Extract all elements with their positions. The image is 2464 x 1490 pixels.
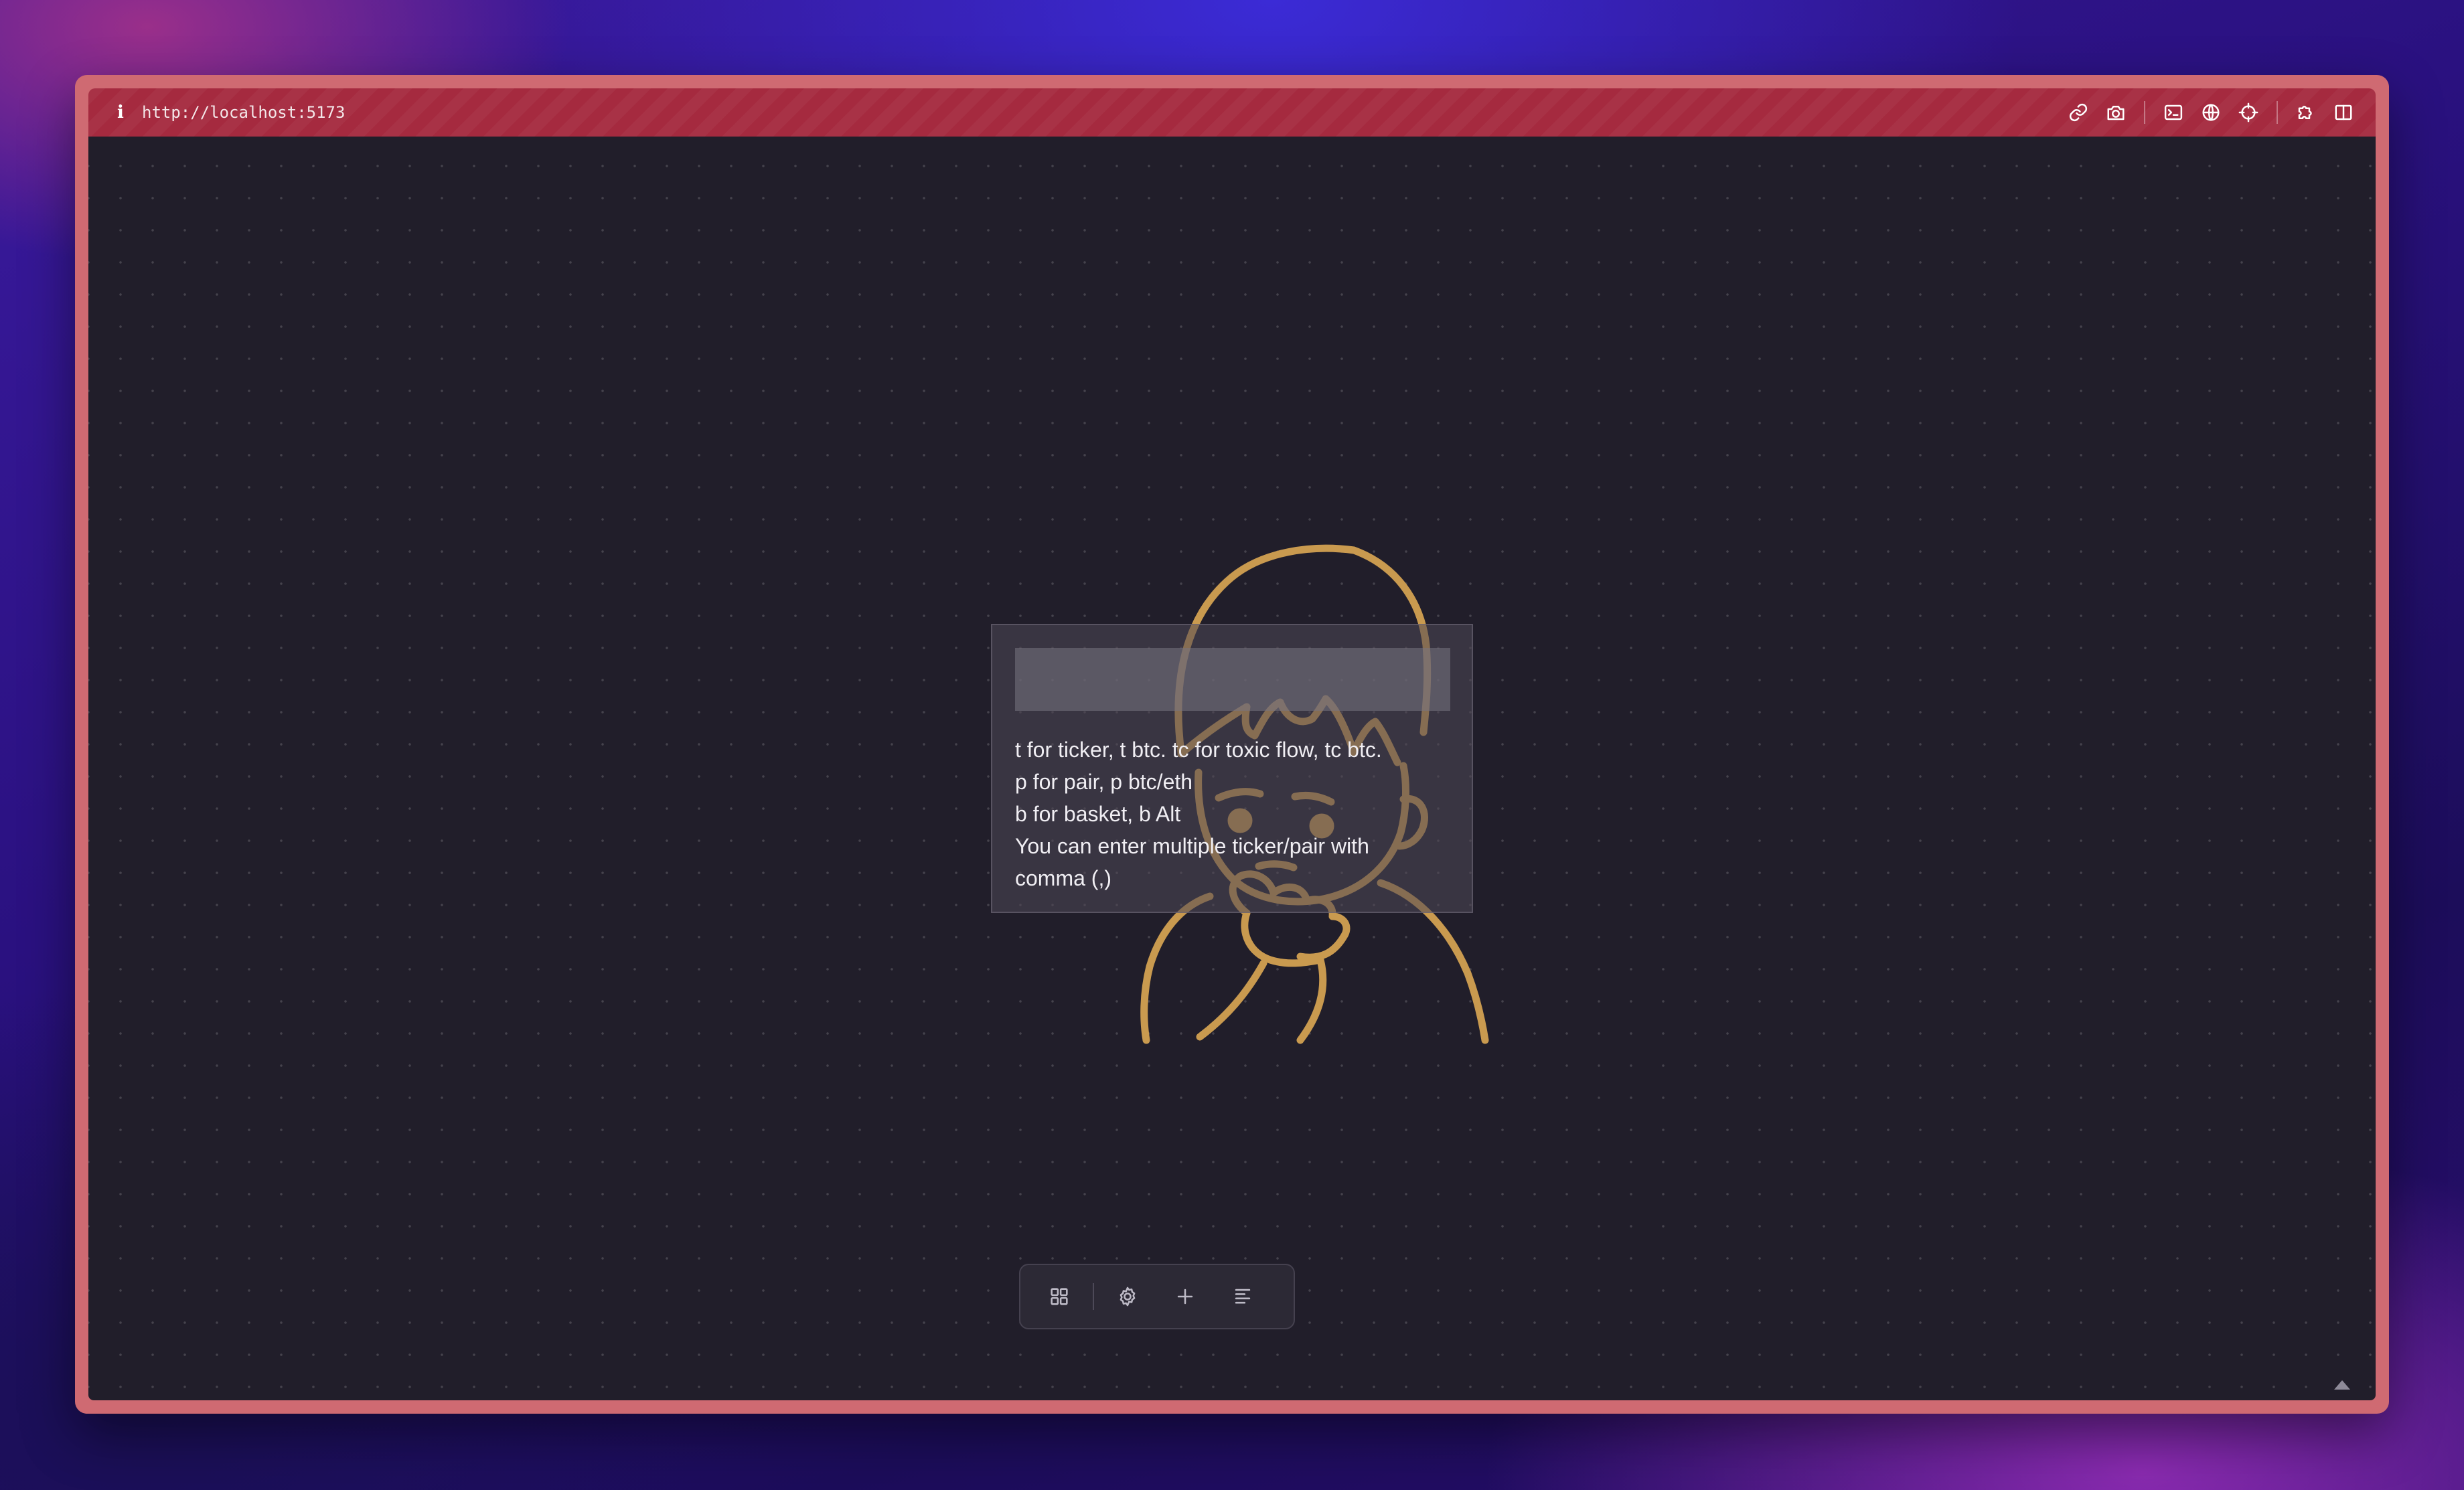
split-view-icon[interactable] [2325, 98, 2362, 127]
hint-line: t for ticker, t btc. tc for toxic flow, … [1015, 738, 1382, 762]
link-icon[interactable] [2060, 98, 2097, 127]
add-pane-button[interactable] [1166, 1278, 1204, 1315]
hint-line: b for basket, b Alt [1015, 802, 1181, 826]
settings-button[interactable] [1109, 1278, 1146, 1315]
toolbar-separator [2144, 101, 2145, 124]
title-bar: i http://localhost:5173 [88, 88, 2376, 137]
left-shoulder [1140, 892, 1214, 1044]
gear-icon [1120, 1287, 1136, 1307]
scroll-up-button[interactable] [2329, 1375, 2356, 1395]
camera-icon[interactable] [2097, 98, 2135, 127]
hint-line: comma (,) [1015, 866, 1111, 890]
globe-icon[interactable] [2192, 98, 2230, 127]
triangle-up-icon [2334, 1380, 2350, 1390]
grid-icon [1051, 1288, 1068, 1305]
plus-icon [1177, 1289, 1193, 1305]
terminal-icon[interactable] [2155, 98, 2192, 127]
search-input[interactable] [1015, 648, 1450, 711]
crosshair-icon[interactable] [2230, 98, 2267, 127]
info-icon[interactable]: i [108, 100, 133, 125]
titlebar-toolbar [2060, 98, 2362, 127]
layout-list-button[interactable] [1224, 1278, 1261, 1315]
align-left-icon [1235, 1289, 1251, 1304]
info-glyph: i [117, 102, 124, 122]
left-arm-line [1196, 959, 1267, 1041]
puzzle-icon[interactable] [2287, 98, 2325, 127]
hint-line: p for pair, p btc/eth [1015, 770, 1193, 794]
hint-line: You can enter multiple ticker/pair with [1015, 834, 1369, 858]
browser-window: i http://localhost:5173 t for ticker, t … [75, 75, 2389, 1414]
search-hints: t for ticker, t btc. tc for toxic flow, … [1015, 734, 1457, 894]
search-panel: t for ticker, t btc. tc for toxic flow, … [991, 624, 1473, 913]
dashboard-canvas[interactable]: t for ticker, t btc. tc for toxic flow, … [88, 137, 2376, 1400]
toolbar-separator [2277, 101, 2278, 124]
url-text[interactable]: http://localhost:5173 [142, 102, 345, 122]
toolbar-separator [1093, 1283, 1094, 1310]
layout-grid-button[interactable] [1041, 1278, 1078, 1315]
bottom-toolbar [1019, 1264, 1295, 1329]
arm [1296, 956, 1327, 1044]
